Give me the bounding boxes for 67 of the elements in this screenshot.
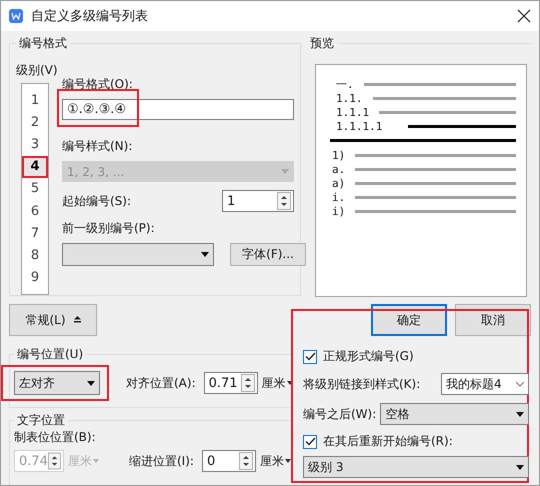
unit-dropdown[interactable]: 厘米 [262,374,293,392]
font-button[interactable]: 字体(F)... [230,243,306,266]
spin-arrows-icon[interactable] [277,192,291,210]
app-logo-icon [9,9,23,23]
field-label: 对齐位置(A): [126,374,196,392]
level-item[interactable]: 9 [22,266,48,289]
caret-icon [284,459,291,463]
chevron-icon [516,382,524,386]
level-item[interactable]: 1 [22,89,48,112]
caret-icon [516,412,524,416]
alignment-dropdown[interactable]: 左对齐 [14,371,100,395]
checkbox-label: 正规形式编号(G) [323,348,414,365]
field-label: 编号格式(O): [62,76,134,93]
preview-number: 1.1.1 [336,106,370,118]
caret-icon [87,380,95,386]
collapse-icon [74,316,81,324]
field-label: 缩进位置(I): [129,452,194,470]
field-label: 编号之后(W): [303,406,376,422]
after-number-dropdown[interactable]: 空格 [380,403,529,425]
level-label: 级别(V) [16,62,58,79]
spin-arrows-icon[interactable] [238,452,253,470]
dialog-button[interactable]: 确定 [371,304,447,336]
preview-number: i) [332,204,346,218]
spin-arrows-icon[interactable] [240,374,255,392]
field-label: 制表位位置(B): [14,429,97,446]
caret-icon [286,381,293,385]
level-item[interactable]: 3 [22,133,48,156]
level-item[interactable]: 5 [22,178,48,200]
caret-icon [201,252,209,257]
style-link-dropdown[interactable]: 我的标题4 [441,373,529,395]
level-item[interactable]: 8 [22,244,48,267]
field-label: 将级别链接到样式(K): [303,376,420,392]
preview-number: i. [332,190,346,204]
caret-icon [93,459,99,463]
restart-level-dropdown[interactable]: 级别 3 [303,456,529,478]
preview-number: 1.1. [336,92,362,104]
level-item[interactable]: 7 [22,222,48,245]
indent-position-spinbox[interactable]: 0 [202,450,256,472]
checkbox[interactable] [303,350,317,364]
dialog-button[interactable]: 取消 [455,304,531,336]
field-label: 前一级别编号(P): [62,220,156,237]
group-heading: 编号位置(U) [16,346,84,363]
caret-icon [281,169,289,174]
caret-icon [516,464,524,470]
level-item[interactable]: 2 [22,111,48,134]
level-item[interactable]: 6 [22,200,48,222]
field-label: 编号样式(N): [62,138,134,155]
group-heading: 预览 [309,35,335,52]
checkbox-label: 在其后重新开始编号(R): [323,433,453,450]
level-item[interactable]: 4 [22,156,48,178]
start-number-spinbox[interactable]: 1 [222,190,294,212]
window-title: 自定义多级编号列表 [31,8,149,25]
preview-number: 1) [332,148,346,162]
preview-number: 一. [336,76,354,92]
unit-dropdown[interactable]: 厘米 [260,452,291,470]
preview-number: 1.1.1.1 [336,120,382,132]
checkbox[interactable] [303,434,317,448]
previous-level-dropdown[interactable] [62,243,214,266]
field-label: 起始编号(S): [62,192,132,210]
group-heading: 编号格式 [18,35,68,52]
preview-number: a. [332,162,346,176]
number-format-field[interactable]: ①.②.③.④ [62,99,294,120]
general-button[interactable]: 常规(L) [9,304,97,336]
close-icon[interactable] [517,9,531,23]
align-position-spinbox[interactable]: 0.71 [204,372,258,394]
preview-number: a) [332,176,346,190]
group-heading: 文字位置 [16,412,66,429]
